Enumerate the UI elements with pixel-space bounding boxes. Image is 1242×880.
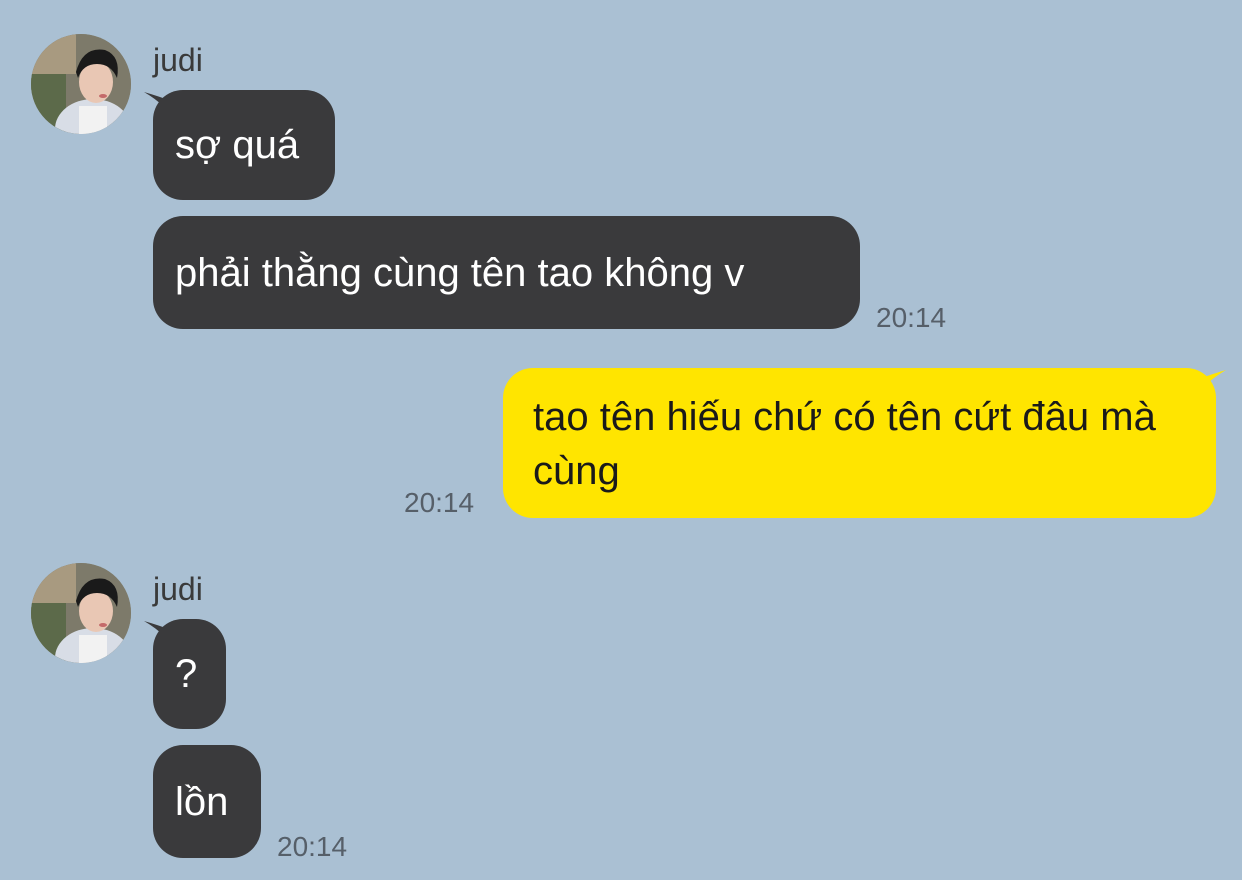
message-bubble-incoming[interactable]: sợ quá <box>153 90 335 200</box>
message-text: phải thằng cùng tên tao không v <box>175 250 745 295</box>
message-timestamp: 20:14 <box>876 302 947 333</box>
message-bubble-incoming[interactable]: lồn <box>153 745 261 858</box>
chat-area: judi sợ quá phải thằng cùng tên tao khôn… <box>0 0 1242 880</box>
sender-name: judi <box>153 571 203 607</box>
bubble-tail-outgoing <box>1196 370 1226 400</box>
message-timestamp: 20:14 <box>404 487 475 518</box>
message-text: sợ quá <box>175 123 300 167</box>
message-text: ? <box>175 652 198 696</box>
sender-avatar[interactable] <box>31 34 131 134</box>
message-bubble-incoming[interactable]: phải thằng cùng tên tao không v <box>153 216 860 329</box>
message-text: tao tên hiếu chứ có tên cứt đâu mà cùng <box>533 395 1156 493</box>
message-timestamp: 20:14 <box>277 831 348 862</box>
message-bubble-outgoing[interactable]: tao tên hiếu chứ có tên cứt đâu mà cùng <box>503 368 1216 518</box>
profile-photo-icon <box>31 34 131 134</box>
sender-name: judi <box>153 42 203 78</box>
sender-avatar[interactable] <box>31 563 131 663</box>
message-text: lồn <box>175 779 229 824</box>
message-bubble-incoming[interactable]: ? <box>153 619 226 729</box>
profile-photo-icon <box>31 563 131 663</box>
